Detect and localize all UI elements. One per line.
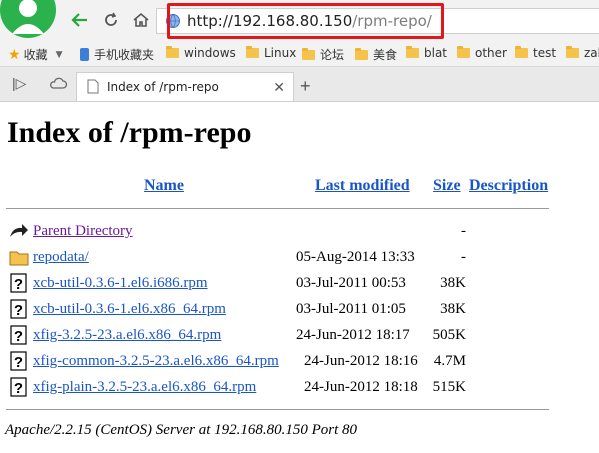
unknown-file-icon: ?	[9, 377, 29, 397]
folder-icon	[566, 46, 579, 58]
file-size: -	[461, 249, 466, 265]
svg-text:?: ?	[14, 302, 23, 319]
file-link[interactable]: xfig-3.2.5-23.a.el6.x86_64.rpm	[33, 327, 221, 344]
new-tab-icon[interactable]: +	[300, 76, 311, 97]
file-size: 38K	[440, 301, 466, 317]
file-link[interactable]: xfig-common-3.2.5-23.a.el6.x86_64.rpm	[33, 353, 279, 370]
reload-icon[interactable]	[101, 10, 121, 30]
tab-title: Index of /rpm-repo	[107, 80, 219, 94]
sidebar-toggle-icon[interactable]: |▷	[12, 75, 26, 92]
browser-toolbar: http://192.168.80.150/rpm-repo/	[0, 0, 599, 42]
svg-text:?: ?	[14, 380, 23, 397]
home-icon[interactable]	[131, 10, 151, 30]
tab-rpm-repo[interactable]: Index of /rpm-repo ✕	[76, 72, 294, 101]
file-link[interactable]: xcb-util-0.3.6-1.el6.x86_64.rpm	[33, 301, 226, 318]
bookmark-folder-other[interactable]: other	[457, 46, 507, 60]
bookmark-folder-blat[interactable]: blat	[406, 46, 447, 60]
last-modified: 24-Jun-2012 18:18	[304, 379, 418, 395]
bookmark-folder-linux[interactable]: Linux	[246, 46, 296, 60]
unknown-file-icon: ?	[9, 299, 29, 319]
folder-icon	[406, 46, 419, 58]
folder-icon	[457, 46, 470, 58]
table-row: ? xcb-util-0.3.6-1.el6.x86_64.rpm 03-Jul…	[0, 298, 599, 320]
bookmarks-bar: ★ 收藏 ▼ 手机收藏夹 windows Linux 论坛 美食 blat ot…	[0, 42, 599, 67]
bookmark-label: 收藏	[23, 48, 48, 62]
sort-by-size-link[interactable]: Size	[433, 177, 461, 195]
folder-icon	[166, 46, 179, 58]
svg-text:?: ?	[14, 276, 23, 293]
unknown-file-icon: ?	[9, 325, 29, 345]
file-size: -	[461, 223, 466, 239]
close-icon[interactable]: ✕	[273, 79, 285, 96]
bookmark-label: 手机收藏夹	[94, 48, 155, 62]
chevron-down-icon: ▼	[55, 49, 63, 60]
footer-divider	[6, 409, 549, 410]
url-highlight-box	[167, 3, 444, 39]
directory-listing-page: Index of /rpm-repo Name Last modified Si…	[0, 102, 599, 453]
bookmark-folder-windows[interactable]: windows	[166, 46, 236, 60]
folder-icon	[246, 46, 259, 58]
tab-bar: |▷ Index of /rpm-repo ✕ +	[0, 67, 599, 102]
table-row: Parent Directory -	[0, 220, 599, 242]
table-row: ? xcb-util-0.3.6-1.el6.i686.rpm 03-Jul-2…	[0, 272, 599, 294]
bookmark-label: blat	[424, 46, 448, 60]
bookmark-label: 美食	[373, 48, 398, 62]
bookmark-folder-forum[interactable]: 论坛	[302, 46, 344, 63]
server-signature: Apache/2.2.15 (CentOS) Server at 192.168…	[5, 422, 358, 438]
user-avatar-icon[interactable]	[0, 0, 56, 42]
file-size: 38K	[440, 275, 466, 291]
folder-icon	[302, 47, 315, 60]
bookmark-label: 论坛	[320, 48, 345, 62]
last-modified: 05-Aug-2014 13:33	[296, 249, 415, 265]
svg-text:?: ?	[14, 354, 23, 371]
back-folder-icon	[9, 221, 29, 241]
table-row: ? xfig-3.2.5-23.a.el6.x86_64.rpm 24-Jun-…	[0, 324, 599, 346]
cloud-icon[interactable]	[48, 75, 68, 96]
bookmark-folder-food[interactable]: 美食	[355, 46, 397, 63]
last-modified: 03-Jul-2011 00:53	[296, 275, 406, 291]
last-modified: 24-Jun-2012 18:16	[304, 353, 418, 369]
bookmark-label: zab	[584, 46, 599, 60]
file-size: 4.7M	[433, 353, 466, 369]
folder-icon	[355, 47, 368, 60]
file-link[interactable]: Parent Directory	[33, 223, 133, 240]
file-link[interactable]: xfig-plain-3.2.5-23.a.el6.x86_64.rpm	[33, 379, 256, 396]
unknown-file-icon: ?	[9, 351, 29, 371]
header-divider	[6, 208, 549, 209]
bookmark-label: other	[475, 46, 507, 60]
file-link[interactable]: xcb-util-0.3.6-1.el6.i686.rpm	[33, 275, 208, 292]
file-link[interactable]: repodata/	[33, 249, 89, 266]
back-arrow-icon[interactable]	[70, 10, 90, 30]
file-size: 515K	[432, 379, 466, 395]
page-title: Index of /rpm-repo	[7, 116, 252, 149]
last-modified: 03-Jul-2011 01:05	[296, 301, 406, 317]
bookmark-label: Linux	[264, 46, 297, 60]
last-modified: 24-Jun-2012 18:17	[296, 327, 410, 343]
bookmark-folder-zab[interactable]: zab	[566, 46, 599, 60]
bookmark-label: test	[533, 46, 557, 60]
table-row: ? xfig-plain-3.2.5-23.a.el6.x86_64.rpm 2…	[0, 376, 599, 398]
folder-icon	[515, 46, 528, 58]
unknown-file-icon: ?	[9, 273, 29, 293]
bookmark-favorites[interactable]: ★ 收藏 ▼	[8, 46, 63, 63]
page-icon	[87, 79, 99, 99]
star-icon: ★	[8, 46, 21, 63]
sort-by-name-link[interactable]: Name	[144, 177, 184, 195]
svg-text:?: ?	[14, 328, 23, 345]
table-row: ? xfig-common-3.2.5-23.a.el6.x86_64.rpm …	[0, 350, 599, 372]
sort-by-modified-link[interactable]: Last modified	[315, 177, 410, 195]
file-size: 505K	[432, 327, 466, 343]
bookmark-label: windows	[184, 46, 236, 60]
phone-icon	[80, 48, 89, 61]
bookmark-mobile[interactable]: 手机收藏夹	[80, 46, 154, 63]
bookmark-folder-test[interactable]: test	[515, 46, 556, 60]
folder-icon	[9, 247, 29, 267]
table-row: repodata/ 05-Aug-2014 13:33 -	[0, 246, 599, 268]
sort-by-description-link[interactable]: Description	[469, 177, 548, 195]
